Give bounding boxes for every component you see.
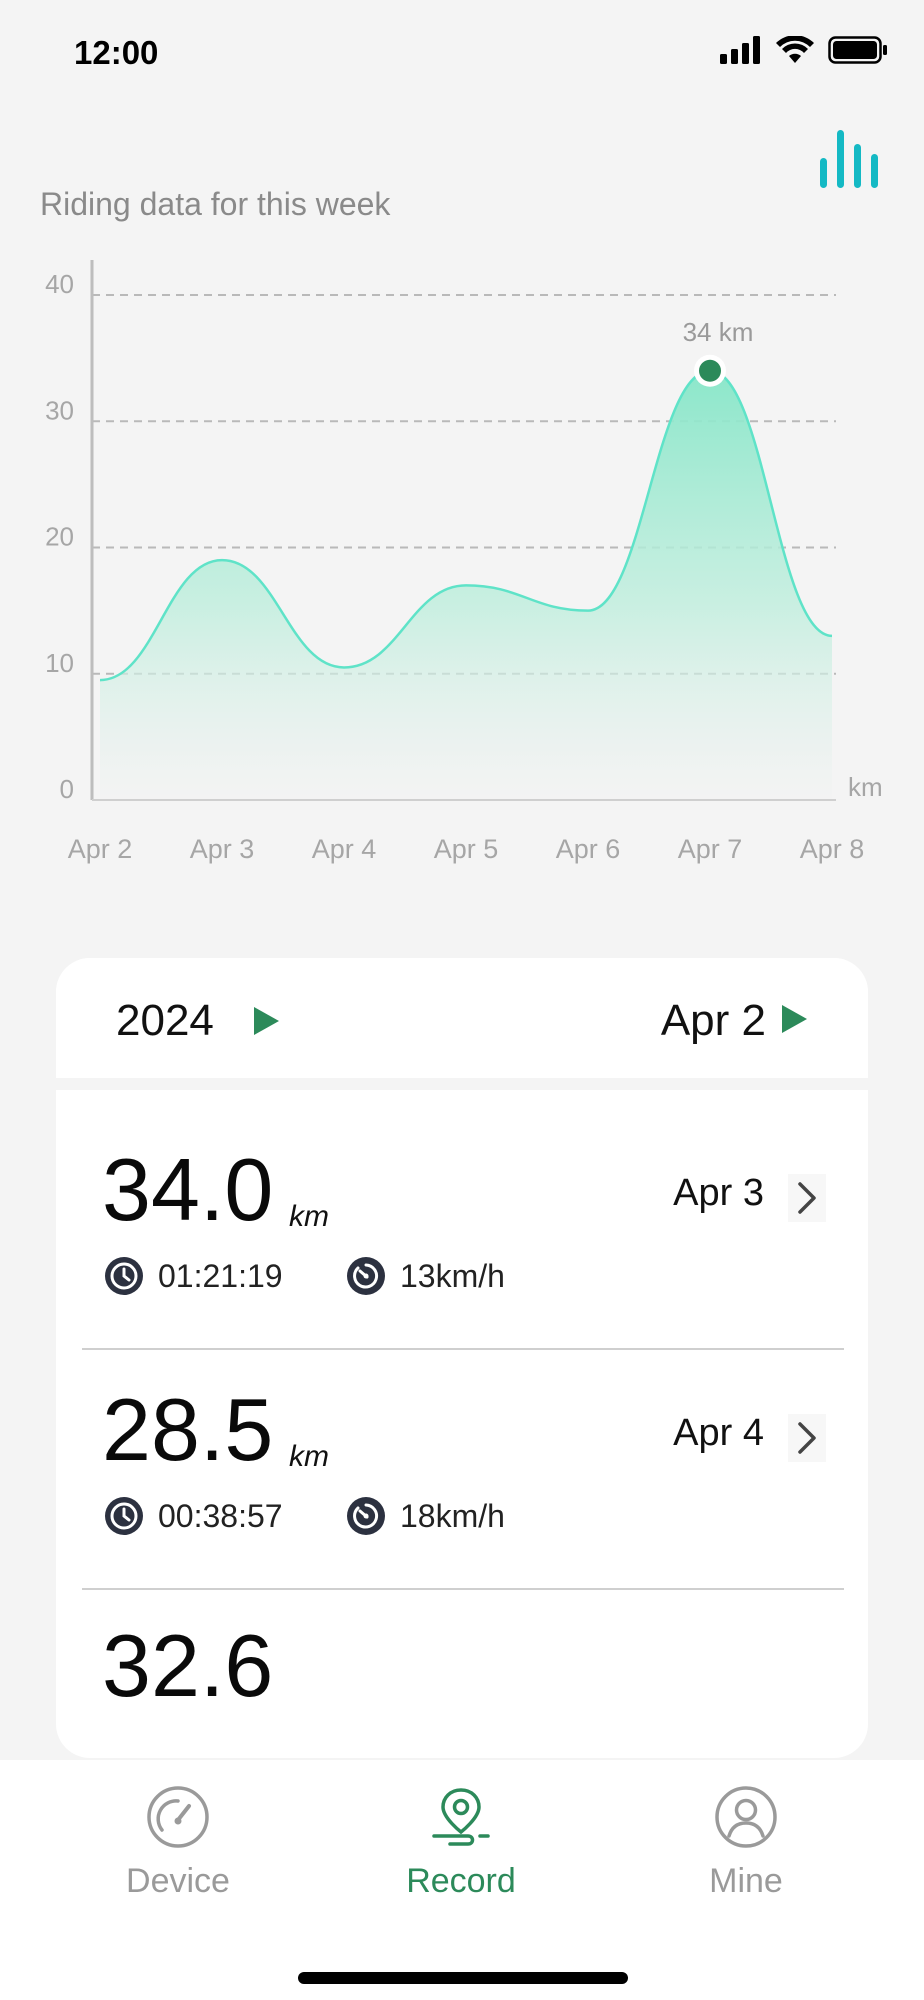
ride-speed: 18km/h bbox=[346, 1496, 505, 1536]
highlight-marker[interactable] bbox=[699, 359, 721, 382]
data-point bbox=[585, 608, 591, 614]
weekly-riding-chart: 40 30 20 10 0 km Apr 2 Apr 3 Apr 4 Apr 5 Apr 6 Apr … bbox=[45, 260, 883, 864]
ride-date: Apr 4 bbox=[673, 1412, 764, 1454]
speedometer-icon bbox=[147, 1786, 209, 1848]
y-tick-label: 0 bbox=[60, 774, 74, 804]
chevron-right-icon[interactable] bbox=[788, 1174, 826, 1222]
data-point bbox=[219, 557, 225, 563]
ride-duration-value: 00:38:57 bbox=[158, 1497, 283, 1534]
user-icon bbox=[715, 1786, 777, 1848]
route-pin-icon bbox=[432, 1788, 490, 1846]
data-point bbox=[463, 582, 469, 588]
speed-icon bbox=[347, 1497, 385, 1535]
battery-icon bbox=[828, 36, 887, 64]
ride-list-item[interactable]: 28.5 km Apr 4 00:38:57 18km/h bbox=[56, 1330, 868, 1570]
ride-distance-unit: km bbox=[289, 1200, 329, 1233]
ride-date: Apr 3 bbox=[673, 1172, 764, 1214]
chart-title: Riding data for this week bbox=[40, 186, 391, 222]
x-tick-label: Apr 8 bbox=[800, 834, 865, 864]
clock-icon bbox=[105, 1257, 143, 1295]
filter-bar: 2024 Apr 2 bbox=[56, 958, 868, 1078]
tab-mine-label: Mine bbox=[709, 1862, 783, 1900]
status-bar: 12:00 bbox=[0, 0, 924, 110]
y-tick-label: 20 bbox=[45, 522, 74, 552]
ride-speed-value: 13km/h bbox=[400, 1257, 505, 1294]
y-tick-label: 10 bbox=[45, 648, 74, 678]
y-tick-label: 40 bbox=[45, 269, 74, 299]
play-arrow-icon[interactable] bbox=[252, 1006, 280, 1036]
ride-speed: 13km/h bbox=[346, 1256, 505, 1296]
x-tick-label: Apr 2 bbox=[68, 834, 133, 864]
tab-mine[interactable]: Mine bbox=[646, 1784, 846, 1901]
home-indicator bbox=[298, 1972, 628, 1984]
ride-distance: 28.5 bbox=[102, 1380, 274, 1479]
speed-icon bbox=[347, 1257, 385, 1295]
x-tick-label: Apr 3 bbox=[190, 834, 255, 864]
ride-duration: 00:38:57 bbox=[104, 1496, 283, 1536]
tab-record-label: Record bbox=[406, 1862, 516, 1900]
ride-list-item[interactable]: 32.6 bbox=[56, 1580, 868, 1758]
y-unit-label: km bbox=[848, 772, 883, 802]
highlight-value-label: 34 km bbox=[683, 317, 754, 347]
signal-icon bbox=[720, 36, 760, 64]
ride-distance-unit: km bbox=[289, 1440, 329, 1473]
tab-device-label: Device bbox=[126, 1862, 230, 1900]
x-tick-label: Apr 7 bbox=[678, 834, 743, 864]
data-point bbox=[97, 677, 103, 683]
data-point bbox=[341, 664, 347, 670]
header-separator bbox=[56, 1078, 868, 1090]
ride-list-item[interactable]: 34.0 km Apr 3 01:21:19 13km/h bbox=[56, 1090, 868, 1330]
date-selector[interactable]: Apr 2 bbox=[661, 996, 766, 1046]
ride-duration-value: 01:21:19 bbox=[158, 1257, 283, 1294]
play-arrow-icon[interactable] bbox=[780, 1004, 808, 1034]
y-tick-label: 30 bbox=[45, 395, 74, 425]
ride-duration: 01:21:19 bbox=[104, 1256, 283, 1296]
x-tick-label: Apr 4 bbox=[312, 834, 377, 864]
tab-record[interactable]: Record bbox=[361, 1784, 561, 1901]
chevron-right-icon[interactable] bbox=[788, 1414, 826, 1462]
ride-speed-value: 18km/h bbox=[400, 1497, 505, 1534]
rides-card: 2024 Apr 2 34.0 km Apr 3 01:21:19 13km/h… bbox=[56, 958, 868, 1758]
bottom-tab-bar: Device Record Mine bbox=[0, 1760, 924, 2000]
clock-icon bbox=[105, 1497, 143, 1535]
status-icons bbox=[720, 36, 888, 64]
x-tick-label: Apr 6 bbox=[556, 834, 621, 864]
x-tick-label: Apr 5 bbox=[434, 834, 499, 864]
tab-device[interactable]: Device bbox=[78, 1784, 278, 1901]
data-point bbox=[829, 633, 835, 639]
year-selector[interactable]: 2024 bbox=[116, 996, 214, 1046]
ride-distance: 34.0 bbox=[102, 1140, 274, 1239]
wifi-icon bbox=[776, 36, 814, 63]
status-time: 12:00 bbox=[74, 34, 159, 71]
bar-chart-icon[interactable] bbox=[818, 128, 880, 190]
ride-distance: 32.6 bbox=[102, 1616, 274, 1715]
